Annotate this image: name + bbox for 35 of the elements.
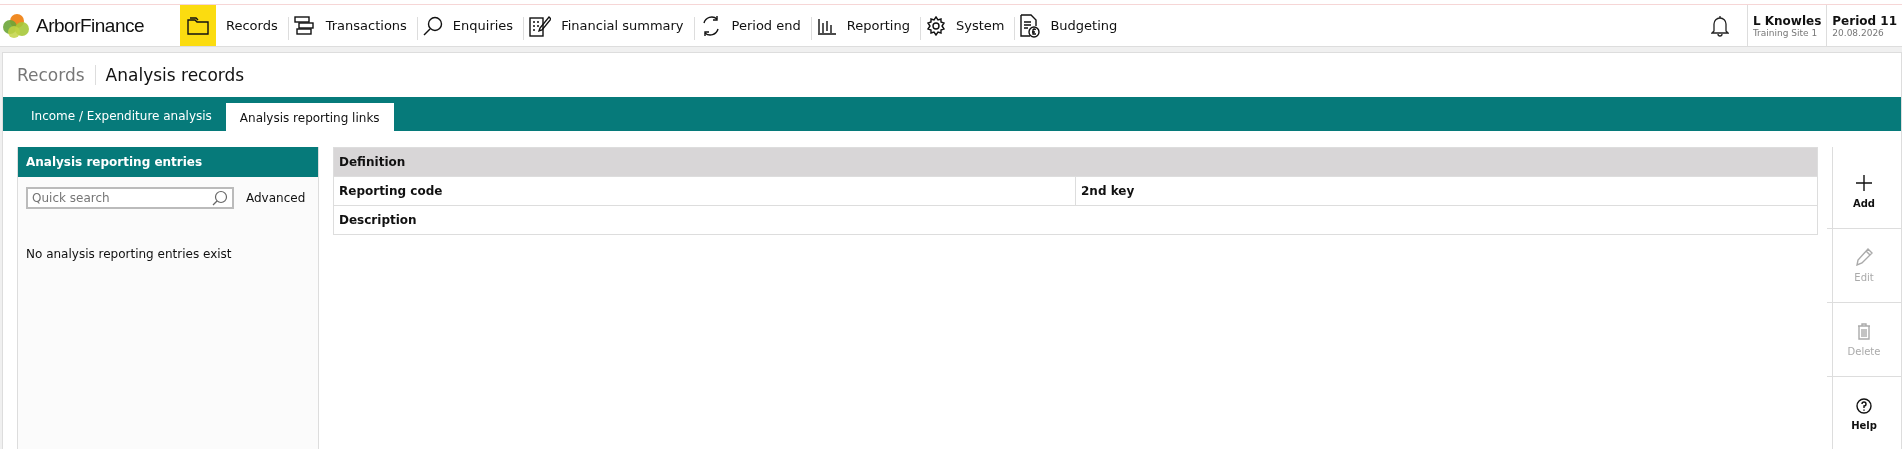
page-title: Analysis records xyxy=(105,65,246,85)
pencil-icon xyxy=(1855,248,1873,266)
nav-item[interactable]: Budgeting xyxy=(1014,5,1128,46)
action-button[interactable]: Add xyxy=(1827,155,1901,229)
nav-item[interactable]: System xyxy=(919,5,1015,46)
empty-message: No analysis reporting entries exist xyxy=(25,246,233,263)
folder-icon xyxy=(180,5,216,46)
app-name: ArborFinance xyxy=(36,14,145,37)
period-label: Period 11 xyxy=(1832,13,1897,28)
help-icon xyxy=(1856,397,1872,414)
tab[interactable]: Income / Expenditure analysis xyxy=(17,101,226,131)
search-icon xyxy=(212,190,228,206)
nav-item[interactable]: Financial summary xyxy=(523,5,694,46)
nav-item[interactable]: Transactions xyxy=(287,5,417,46)
nav-item[interactable]: Records xyxy=(180,5,288,46)
search-field[interactable]: Quick search xyxy=(26,187,234,209)
site-name: Training Site 1 xyxy=(1752,27,1819,38)
breadcrumb-link[interactable]: Records xyxy=(17,65,96,85)
logo-icon xyxy=(2,12,32,39)
definition-header: Definition xyxy=(334,148,1817,176)
advanced-link[interactable]: Advanced xyxy=(246,191,306,205)
field-label: Reporting code xyxy=(338,183,444,200)
nav-item[interactable]: Period end xyxy=(693,5,811,46)
trash-icon xyxy=(1857,322,1871,340)
field-label: Description xyxy=(338,212,418,229)
nav-item[interactable]: Reporting xyxy=(810,5,920,46)
action-button[interactable]: Help xyxy=(1827,377,1901,449)
notification-bell-icon[interactable] xyxy=(1710,14,1729,37)
tab[interactable]: Analysis reporting links xyxy=(225,103,394,133)
user-name: L Knowles xyxy=(1752,13,1822,28)
plus-icon xyxy=(1855,174,1873,192)
field-label: 2nd key xyxy=(1075,177,1817,205)
nav-item[interactable]: Enquiries xyxy=(416,5,524,46)
panel-title: Analysis reporting entries xyxy=(18,147,318,177)
period-date: 20.08.2026 xyxy=(1832,27,1885,38)
